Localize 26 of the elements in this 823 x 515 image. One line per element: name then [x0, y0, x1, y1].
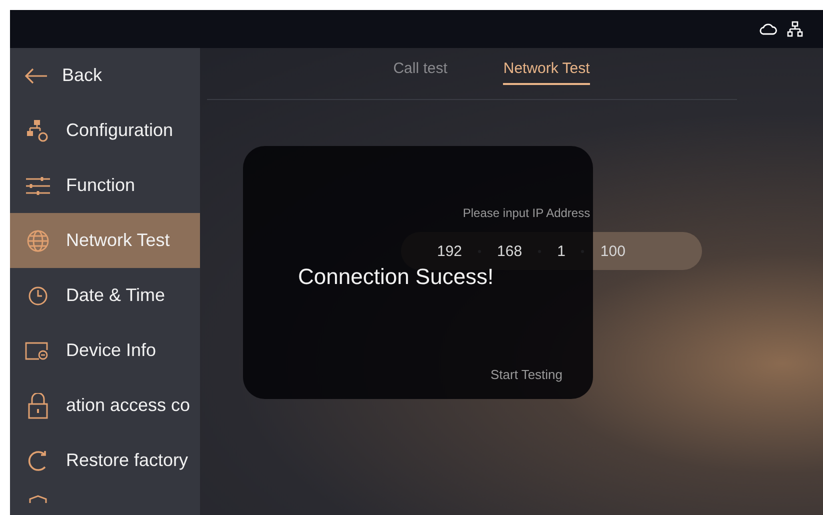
start-testing-button[interactable]: Start Testing [484, 366, 569, 383]
clock-icon [28, 286, 48, 306]
sidebar-item[interactable]: Device Info [10, 323, 200, 378]
network-icon [787, 21, 803, 37]
ip-segment[interactable]: 100 [600, 242, 626, 260]
tab[interactable]: Network Test [503, 60, 590, 85]
ip-address-label: Please input IP Address [462, 206, 590, 220]
sidebar-item[interactable]: Restore factory [10, 433, 200, 488]
toast-message: Connection Sucess! [298, 264, 494, 290]
cloud-icon [759, 23, 777, 35]
sidebar-item[interactable]: Function [10, 158, 200, 213]
back-arrow-icon [24, 66, 48, 84]
hierarchy-gear-icon [27, 118, 49, 142]
back-button[interactable]: Back [10, 48, 200, 103]
sidebar-item[interactable]: ation access co [10, 378, 200, 433]
sidebar-item[interactable]: Network Test [10, 213, 200, 268]
refresh-icon [28, 450, 48, 472]
ip-segment[interactable]: 192 [437, 242, 462, 260]
sidebar-item[interactable]: Date & Time [10, 268, 200, 323]
ip-segment[interactable]: 168 [497, 242, 522, 260]
tab[interactable]: Call test [393, 60, 448, 85]
sliders-icon [26, 176, 50, 196]
ip-segment[interactable]: 1 [557, 242, 566, 260]
lock-icon [28, 392, 48, 418]
sidebar-item[interactable]: Configuration [10, 103, 200, 158]
globe-icon [27, 230, 49, 252]
